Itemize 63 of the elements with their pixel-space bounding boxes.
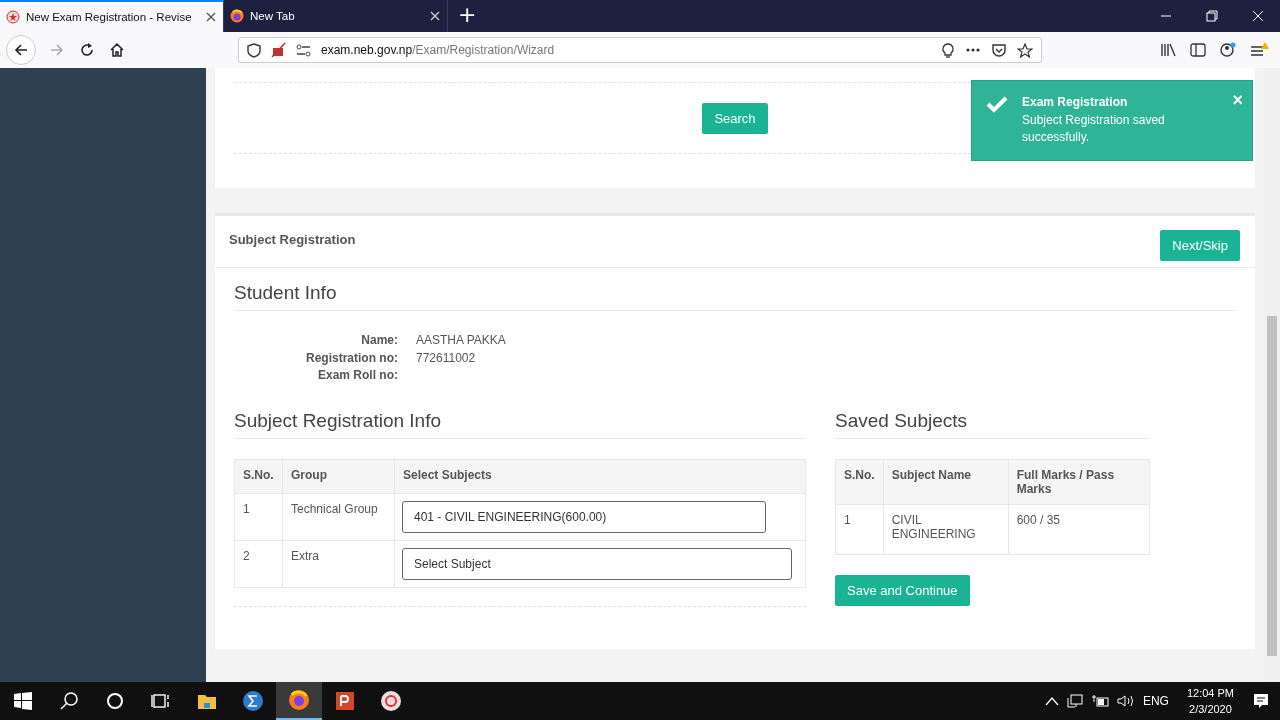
- battery-icon[interactable]: [1090, 694, 1109, 708]
- field-value: 772611002: [416, 349, 477, 367]
- new-tab-button[interactable]: +: [448, 0, 487, 32]
- sidebar-icon[interactable]: [1190, 42, 1206, 58]
- field-value: AASTHA PAKKA: [416, 332, 507, 349]
- notification-icon[interactable]: [1252, 692, 1270, 710]
- pocket-icon[interactable]: [991, 43, 1007, 57]
- reload-icon[interactable]: [78, 41, 96, 59]
- panel-title: Subject Registration: [229, 232, 356, 247]
- clock[interactable]: 12:04 PM 2/3/2020: [1176, 685, 1244, 717]
- shield-icon: [247, 42, 261, 58]
- bookmark-star-icon[interactable]: [1017, 42, 1033, 58]
- permissions-icon: [296, 42, 311, 58]
- table-cell: Technical Group: [282, 493, 395, 540]
- network-icon[interactable]: [1066, 693, 1083, 709]
- task-view-icon[interactable]: [151, 691, 171, 711]
- column-header: Group: [282, 459, 395, 493]
- chevron-up-icon[interactable]: [1044, 696, 1059, 706]
- table-cell: 2: [234, 540, 283, 587]
- column-header: S.No.: [835, 459, 884, 504]
- section-heading: Student Info: [234, 282, 1236, 311]
- scrollbar[interactable]: [1264, 68, 1280, 682]
- field-label: Registration no:: [305, 349, 398, 367]
- check-icon: [986, 95, 1008, 113]
- subject-select[interactable]: 401 - CIVIL ENGINEERING(600.00): [402, 500, 766, 533]
- windows-start-icon[interactable]: [13, 691, 33, 711]
- table-cell: 600 / 35: [1008, 504, 1150, 554]
- library-icon[interactable]: [1160, 42, 1176, 58]
- search-icon[interactable]: [59, 691, 79, 711]
- volume-icon[interactable]: [1116, 694, 1135, 708]
- field-label: Exam Roll no:: [317, 367, 398, 384]
- firefox-icon: [288, 689, 310, 711]
- taskbar-app-button[interactable]: [276, 682, 322, 720]
- column-header: Select Subjects: [394, 459, 806, 493]
- close-icon[interactable]: [205, 11, 217, 23]
- field-label: Name:: [360, 332, 398, 349]
- presentation-app-icon: [334, 690, 356, 712]
- subject-select[interactable]: Select Subject: [402, 547, 792, 580]
- table-cell: 1: [835, 504, 884, 554]
- browser-tab[interactable]: New Exam Registration - Revise: [0, 0, 224, 32]
- column-header: Subject Name: [883, 459, 1009, 504]
- table-cell: Extra: [282, 540, 395, 587]
- table-cell: 1: [234, 493, 283, 540]
- toast-title: Exam Registration: [1022, 95, 1129, 109]
- back-button[interactable]: [6, 35, 36, 65]
- toast-message: Subject Registration saved successfully.: [1022, 112, 1166, 146]
- table-cell: CIVIL ENGINEERING: [883, 504, 1009, 554]
- home-icon[interactable]: [108, 41, 126, 59]
- menu-icon[interactable]: [1250, 42, 1270, 58]
- site-icon: [6, 10, 20, 24]
- section-heading: Subject Registration Info: [234, 409, 806, 439]
- account-icon[interactable]: [1220, 42, 1236, 58]
- restore-icon[interactable]: [1206, 10, 1218, 22]
- section-heading: Saved Subjects: [835, 409, 1150, 439]
- language-indicator[interactable]: ENG: [1142, 694, 1169, 708]
- column-header: S.No.: [234, 459, 283, 493]
- column-header: Full Marks / Pass Marks: [1008, 459, 1150, 504]
- lightbulb-icon[interactable]: [941, 42, 955, 58]
- address-bar[interactable]: exam.neb.gov.np/Exam/Registration/Wizard: [238, 37, 1042, 63]
- circle-app-icon: [380, 690, 402, 712]
- sigma-icon: [242, 690, 264, 712]
- cortana-circle-icon[interactable]: [105, 691, 125, 711]
- firefox-icon: [230, 9, 244, 23]
